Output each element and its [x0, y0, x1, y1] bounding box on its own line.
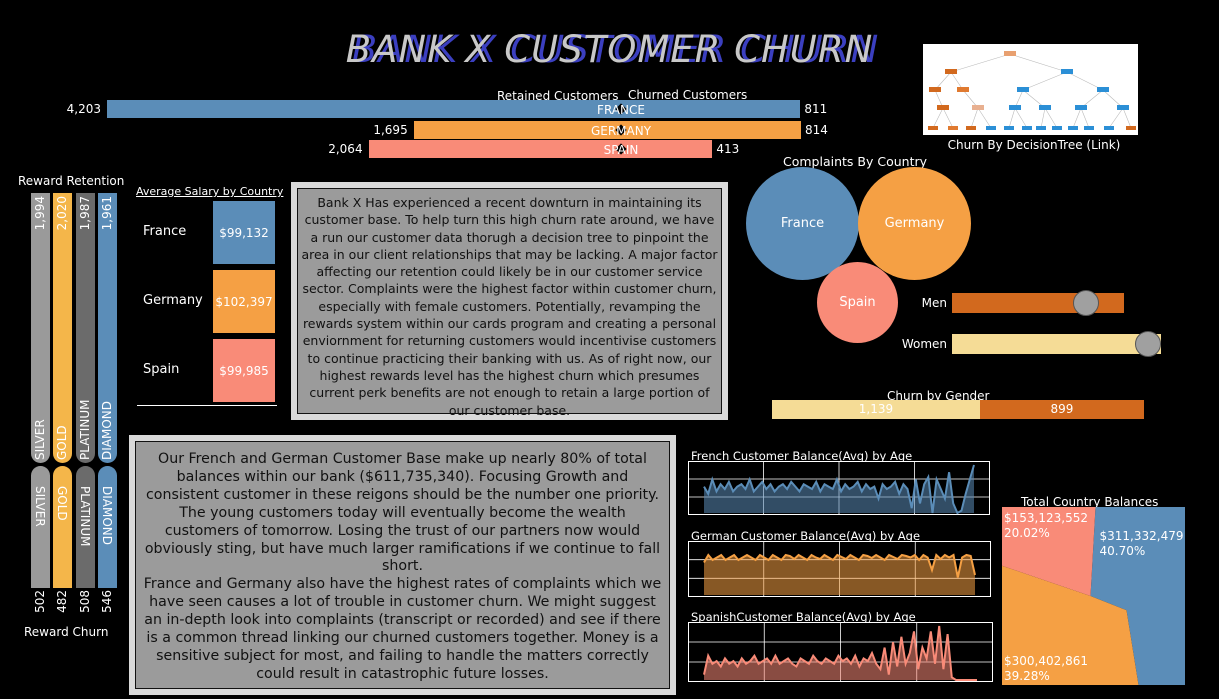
complaints-bubble-label: Spain: [839, 295, 876, 310]
reward-tier-label: SILVER: [33, 486, 47, 527]
complaints-bubble-label: Germany: [884, 216, 945, 231]
churned-value-label: 811: [804, 102, 828, 116]
salary-value-box[interactable]: $99,985: [213, 339, 275, 402]
reward-churn-pill[interactable]: [53, 466, 72, 588]
gender-level-bar[interactable]: [952, 334, 1161, 354]
retained-bar[interactable]: [107, 100, 621, 118]
reward-retention-value: 1,961: [100, 196, 114, 231]
retained-value-label: 2,064: [328, 142, 363, 156]
reward-churn-value: 508: [78, 590, 92, 613]
country-name-label: FRANCE: [597, 103, 645, 117]
narrative-bottom-text-1: Our French and German Customer Base make…: [144, 451, 661, 575]
gender-label: Men: [921, 296, 947, 310]
salary-divider: [137, 405, 277, 406]
balance-pct-label: 20.02%: [1004, 526, 1050, 540]
balance-value-label: $311,332,479: [1100, 529, 1184, 543]
reward-retention-value: 2,020: [55, 196, 69, 231]
retained-value-label: 1,695: [373, 123, 408, 137]
reward-churn-title: Reward Churn: [24, 625, 109, 639]
complaints-bubble-label: France: [780, 216, 825, 231]
churned-value-label: 814: [805, 123, 828, 137]
reward-retention-value: 1,987: [78, 196, 92, 231]
decision-tree-caption[interactable]: Churn By DecisionTree (Link): [923, 138, 1145, 152]
churn-men-value: 899: [1050, 402, 1074, 416]
balance-pct-label: 40.70%: [1100, 544, 1146, 558]
decision-tree-thumbnail[interactable]: [923, 44, 1138, 135]
reward-tier-label: SILVER: [33, 419, 47, 460]
balance-value-label: $153,123,552: [1004, 511, 1088, 525]
complaints-bubble-spain[interactable]: Spain: [817, 262, 898, 343]
salary-value-box[interactable]: $99,132: [213, 201, 275, 264]
reward-tier-label: GOLD: [55, 425, 69, 460]
salary-country-label: Germany: [143, 293, 203, 308]
balances-chart: $311,332,47940.70% $300,402,86139.28% $153…: [1002, 507, 1185, 685]
salary-value-box[interactable]: $102,397: [213, 270, 275, 333]
narrative-bottom: Our French and German Customer Base make…: [135, 441, 670, 689]
age-chart: [688, 461, 990, 515]
complaints-bubble-germany[interactable]: Germany: [858, 167, 971, 280]
salary-country-label: Spain: [143, 362, 180, 377]
churn-women-value: 1,139: [858, 402, 894, 416]
retained-value-label: 4,203: [66, 102, 101, 116]
country-name-label: GERMANY: [590, 124, 652, 138]
country-name-label: SPAIN: [603, 143, 639, 157]
balance-value-label: $300,402,861: [1004, 654, 1088, 668]
decision-tree-icon: [928, 51, 1136, 130]
reward-churn-value: 502: [33, 590, 47, 613]
salary-title: Average Salary by Country: [136, 185, 284, 198]
reward-retention-value: 1,994: [33, 196, 47, 231]
age-chart: [688, 622, 993, 682]
reward-churn-value: 546: [100, 590, 114, 613]
complaints-bubble-france[interactable]: France: [746, 167, 859, 280]
reward-tier-label: GOLD: [55, 486, 69, 521]
reward-retention-title: Reward Retention: [18, 174, 125, 188]
salary-country-label: France: [143, 224, 187, 239]
reward-tier-label: PLATINUM: [78, 486, 92, 547]
reward-tier-label: PLATINUM: [78, 399, 92, 460]
narrative-top: Bank X Has experienced a recent downturn…: [297, 188, 722, 418]
balance-pct-label: 39.28%: [1004, 669, 1050, 683]
reward-churn-pill[interactable]: [31, 466, 50, 588]
narrative-bottom-text-2: France and Germany also have the highest…: [143, 576, 662, 682]
age-chart: [688, 541, 991, 597]
gender-label: Women: [901, 337, 947, 351]
narrative-top-text: Bank X Has experienced a recent downturn…: [301, 195, 718, 418]
reward-tier-label: DIAMOND: [100, 400, 114, 460]
reward-tier-label: DIAMOND: [100, 486, 114, 546]
reward-churn-value: 482: [55, 590, 69, 613]
gender-level-marker-icon[interactable]: [1072, 290, 1099, 316]
churned-value-label: 413: [716, 142, 740, 156]
